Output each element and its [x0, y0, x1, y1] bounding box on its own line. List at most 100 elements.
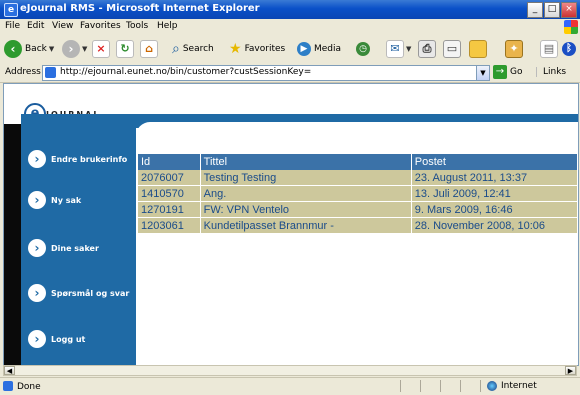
menu-help[interactable]: Help [157, 21, 178, 31]
menu-view[interactable]: View [52, 21, 73, 31]
nav-label: Dine saker [51, 243, 99, 253]
column-header-id[interactable]: Id [138, 154, 201, 170]
folder-button[interactable] [469, 39, 487, 59]
cell-posted: 28. November 2008, 10:06 [411, 217, 578, 234]
messenger-icon: ✦ [505, 40, 523, 58]
windows-logo-icon [564, 20, 578, 34]
mail-button[interactable]: ✉ ▼ [386, 39, 411, 59]
maximize-button[interactable]: □ [544, 2, 560, 18]
cell-title[interactable]: Ang. [200, 185, 412, 202]
cell-title[interactable]: Testing Testing [200, 170, 412, 186]
status-divider [480, 380, 481, 392]
cell-id: 1270191 [138, 201, 201, 218]
page-icon [45, 67, 56, 78]
table-row[interactable]: 1270191 FW: VPN Ventelo 9. Mars 2009, 16… [138, 201, 578, 218]
status-divider [400, 380, 401, 392]
favorites-button[interactable]: ★ Favorites [229, 39, 285, 59]
forward-button[interactable]: › ▼ [62, 39, 87, 59]
zone-label: Internet [501, 381, 537, 391]
back-label: Back [25, 44, 47, 54]
table-row[interactable]: 1410570 Ang. 13. Juli 2009, 12:41 [138, 185, 578, 202]
cell-title[interactable]: FW: VPN Ventelo [200, 201, 412, 218]
star-icon: ★ [229, 41, 242, 57]
back-arrow-icon: ‹ [4, 40, 22, 58]
edit-icon: ▭ [443, 40, 461, 58]
security-zone: Internet [487, 381, 537, 391]
menu-tools[interactable]: Tools [126, 21, 148, 31]
media-button[interactable]: ▶ Media [297, 39, 341, 59]
print-icon: ⎙ [418, 40, 436, 58]
forward-arrow-icon: › [62, 40, 80, 58]
window-title: eJournal RMS - Microsoft Internet Explor… [20, 3, 260, 14]
chevron-right-icon: › [28, 191, 46, 209]
address-url[interactable]: http://ejournal.eunet.no/bin/customer?cu… [60, 67, 311, 77]
go-button[interactable]: → Go [493, 65, 522, 79]
address-bar: Address http://ejournal.eunet.no/bin/cus… [0, 63, 580, 83]
status-divider [440, 380, 441, 392]
menu-favorites[interactable]: Favorites [80, 21, 121, 31]
title-bar: e eJournal RMS - Microsoft Internet Expl… [0, 0, 580, 19]
refresh-button[interactable]: ↻ [116, 39, 134, 59]
nav-item-logg-ut[interactable]: › Logg ut [28, 330, 85, 348]
nav-label: Logg ut [51, 334, 86, 344]
nav-item-endre-brukerinfo[interactable]: › Endre brukerinfo [28, 150, 127, 168]
back-button[interactable]: ‹ Back ▼ [4, 39, 54, 59]
favorites-label: Favorites [244, 44, 286, 54]
table-header-row: Id Tittel Postet [138, 154, 578, 170]
mail-icon: ✉ [386, 40, 404, 58]
status-bar: Done Internet [0, 377, 580, 395]
cell-posted: 23. August 2011, 13:37 [411, 170, 578, 186]
address-input[interactable]: http://ejournal.eunet.no/bin/customer?cu… [42, 65, 490, 81]
globe-icon [487, 381, 497, 391]
nav-label: Ny sak [51, 195, 82, 205]
print-button[interactable]: ⎙ [418, 39, 436, 59]
dropdown-icon: ▼ [82, 45, 88, 53]
nav-label: Endre brukerinfo [51, 154, 128, 164]
home-button[interactable]: ⌂ [140, 39, 158, 59]
edit-button[interactable]: ▭ [443, 39, 461, 59]
cell-posted: 9. Mars 2009, 16:46 [411, 201, 578, 218]
cell-id: 1410570 [138, 185, 201, 202]
dropdown-icon: ▼ [48, 45, 55, 53]
links-button[interactable]: Links [536, 67, 566, 77]
cell-id: 2076007 [138, 170, 201, 186]
cell-title[interactable]: Kundetilpasset Brannmur - [200, 217, 412, 234]
status-divider [460, 380, 461, 392]
media-icon: ▶ [297, 42, 311, 56]
go-arrow-icon: → [493, 65, 507, 79]
menu-file[interactable]: File [5, 21, 20, 31]
column-header-title[interactable]: Tittel [200, 154, 412, 170]
search-icon: ⌕ [172, 41, 180, 57]
chevron-right-icon: › [28, 239, 46, 257]
nav-item-dine-saker[interactable]: › Dine saker [28, 239, 99, 257]
table-row[interactable]: 2076007 Testing Testing 23. August 2011,… [138, 170, 578, 186]
menu-bar: File Edit View Favorites Tools Help [0, 19, 580, 36]
address-dropdown-icon[interactable]: ▼ [476, 66, 489, 80]
close-button[interactable]: × [561, 2, 577, 18]
sidebar-edge [4, 124, 21, 365]
menu-edit[interactable]: Edit [27, 21, 44, 31]
scroll-left-icon[interactable]: ◀ [4, 366, 15, 375]
research-button[interactable]: ▤ [540, 39, 558, 59]
bluetooth-button[interactable]: ᛒ [562, 39, 576, 59]
table-row[interactable]: 1203061 Kundetilpasset Brannmur - 28. No… [138, 217, 578, 234]
nav-label: Spørsmål og svar [51, 288, 130, 298]
status-text: Done [17, 382, 41, 392]
horizontal-scrollbar[interactable]: ◀ ▶ [3, 365, 577, 376]
refresh-icon: ↻ [116, 40, 134, 58]
search-button[interactable]: ⌕ Search [172, 39, 214, 59]
nav-item-ny-sak[interactable]: › Ny sak [28, 191, 81, 209]
sidebar-nav: › Endre brukerinfo › Ny sak › Dine saker… [21, 124, 136, 365]
status-divider [420, 380, 421, 392]
minimize-button[interactable]: _ [527, 2, 543, 18]
stop-icon: × [92, 40, 110, 58]
dropdown-icon: ▼ [406, 45, 412, 53]
messenger-button[interactable]: ✦ [505, 39, 523, 59]
history-button[interactable]: ◷ [356, 39, 370, 59]
stop-button[interactable]: × [92, 39, 110, 59]
media-label: Media [314, 44, 342, 54]
chevron-right-icon: › [28, 150, 46, 168]
nav-item-sporsmal-og-svar[interactable]: › Spørsmål og svar [28, 284, 129, 302]
scroll-right-icon[interactable]: ▶ [565, 366, 576, 375]
column-header-posted[interactable]: Postet [411, 154, 578, 170]
